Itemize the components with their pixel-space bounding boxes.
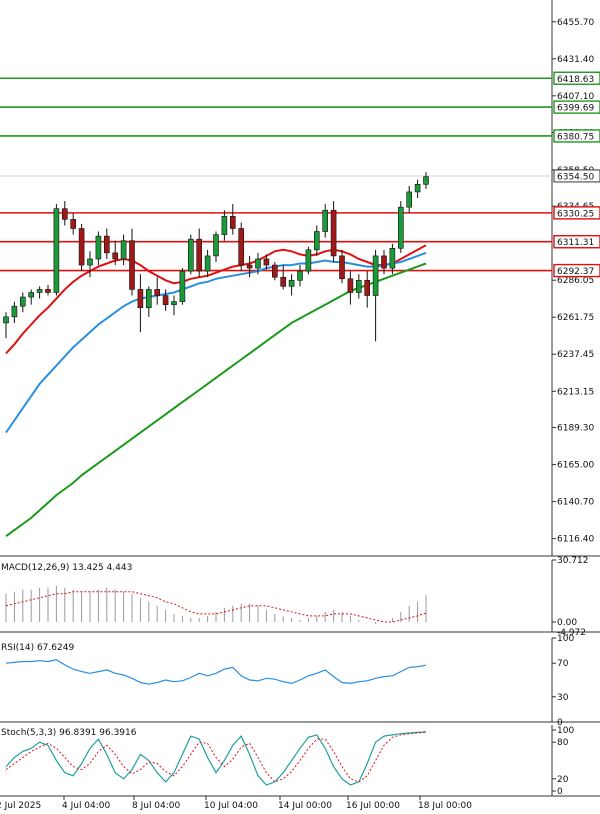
candle-body <box>339 255 345 280</box>
candle-body <box>28 292 35 298</box>
level-label: 6330.25 <box>557 209 594 219</box>
candle-body <box>423 176 429 185</box>
stoch-y-tick-label: 0 <box>557 787 563 797</box>
candle-body <box>230 216 236 229</box>
candle-body <box>120 240 127 260</box>
candle-body <box>263 258 270 266</box>
main-price-panel: 6455.706431.406407.106383.006358.506334.… <box>0 0 600 557</box>
candle-body <box>305 249 312 272</box>
stoch-y-tick-label: 100 <box>557 726 574 736</box>
candle-body <box>347 278 354 293</box>
candle-body <box>188 238 194 272</box>
candle-body <box>154 289 160 296</box>
x-tick-label: 10 Jul 04:00 <box>204 801 258 811</box>
candle-body <box>238 228 244 266</box>
candle-body <box>322 209 329 232</box>
macd-label: MACD(12,26,9) 13.425 4.443 <box>1 563 132 573</box>
candle-body <box>196 238 202 272</box>
candle-body <box>397 206 404 249</box>
x-tick-label: 14 Jul 00:00 <box>278 801 332 811</box>
chart: 6455.706431.406407.106383.006358.506334.… <box>0 0 600 811</box>
candle-body <box>11 305 18 318</box>
candle-body <box>87 258 93 266</box>
candle-body <box>280 276 287 287</box>
moving-average-line <box>5 262 427 538</box>
level-label: 6311.31 <box>557 238 594 248</box>
x-tick-label: 16 Jul 00:00 <box>346 801 400 811</box>
candle-body <box>330 209 337 257</box>
level-label: 6380.75 <box>557 132 594 142</box>
candle-body <box>389 247 396 269</box>
main-y-tick-label: 6140.70 <box>557 498 594 508</box>
candle-body <box>171 301 177 305</box>
rsi-y-tick-label: 70 <box>557 659 569 669</box>
candle-body <box>129 240 135 290</box>
candle-body <box>406 191 413 208</box>
rsi-y-tick-label: 100 <box>557 634 574 644</box>
x-tick-label: 8 Jul 04:00 <box>132 801 181 811</box>
x-tick-label: 4 Jul 04:00 <box>62 801 111 811</box>
main-y-tick-label: 6237.45 <box>557 350 594 360</box>
candle-body <box>255 258 261 269</box>
candle-body <box>95 235 102 260</box>
main-y-tick-label: 6261.75 <box>557 313 594 323</box>
main-y-tick-label: 6189.30 <box>557 424 594 434</box>
stoch-k-line <box>5 731 427 786</box>
candle-body <box>104 235 110 254</box>
candle-body <box>372 255 379 296</box>
candle-body <box>45 289 51 293</box>
candle-body <box>213 234 219 257</box>
candle-body <box>288 279 295 287</box>
main-y-tick-label: 6165.00 <box>557 461 594 471</box>
level-label: 6292.37 <box>557 267 594 277</box>
x-tick-label: 18 Jul 00:00 <box>418 801 472 811</box>
candle-body <box>19 296 26 307</box>
candle-body <box>179 270 186 302</box>
candle-body <box>61 208 68 220</box>
candle-body <box>246 264 253 269</box>
candle-body <box>221 216 228 235</box>
rsi-line <box>5 659 427 685</box>
stoch-y-tick-label: 80 <box>557 738 569 748</box>
main-y-tick-label: 6407.10 <box>557 92 594 102</box>
macd-y-tick-label: 30.712 <box>557 556 589 566</box>
candle-body <box>297 270 303 281</box>
candle-body <box>70 219 76 229</box>
candle-body <box>137 289 144 309</box>
rsi-label: RSI(14) 67.6249 <box>1 643 74 653</box>
level-label: 6418.63 <box>557 75 594 85</box>
candle-body <box>381 255 387 269</box>
candle-body <box>36 289 43 293</box>
candle-body <box>313 231 320 251</box>
macd-y-tick-label: 0.00 <box>557 618 577 628</box>
rsi-panel: 10070300 <box>0 634 600 728</box>
candle-body <box>414 184 421 193</box>
candle-body <box>364 279 371 296</box>
x-tick-label: 2 Jul 2025 <box>0 801 41 811</box>
candle-body <box>162 295 169 305</box>
candle-body <box>271 264 278 278</box>
main-y-tick-label: 6116.40 <box>557 535 594 545</box>
stoch-label: Stoch(5,3,3) 96.8391 96.3916 <box>1 728 137 738</box>
moving-average-line <box>5 251 427 434</box>
candle-body <box>53 208 60 293</box>
candle-body <box>146 289 152 309</box>
main-y-tick-label: 6431.40 <box>557 55 594 65</box>
level-label: 6399.69 <box>557 104 594 114</box>
last-price-label: 6354.50 <box>557 172 594 182</box>
candle-body <box>355 279 362 293</box>
main-y-tick-label: 6286.05 <box>557 276 594 286</box>
stoch-y-tick-label: 20 <box>557 775 569 785</box>
candle-body <box>3 316 9 324</box>
main-y-tick-label: 6213.15 <box>557 387 594 397</box>
rsi-y-tick-label: 30 <box>557 693 569 703</box>
candle-body <box>204 255 211 272</box>
candle-body <box>112 252 118 260</box>
main-y-tick-label: 6455.70 <box>557 18 594 28</box>
candle-body <box>78 228 85 266</box>
x-axis: 2 Jul 2025 4 Jul 04:00 8 Jul 04:00 10 Jul 0… <box>0 796 472 811</box>
